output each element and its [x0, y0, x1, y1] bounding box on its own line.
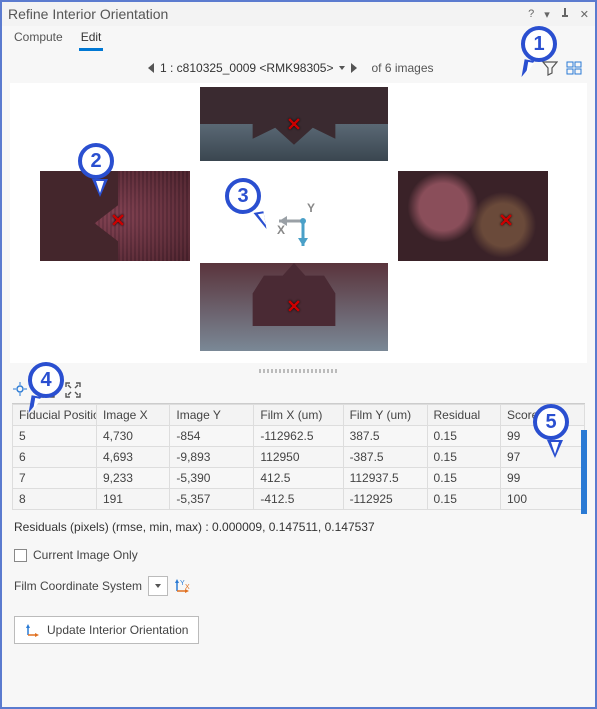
col-image-x[interactable]: Image X	[96, 405, 169, 426]
table-row[interactable]: 5 4,730 -854 -112962.5 387.5 0.15 99	[13, 426, 585, 447]
refine-interior-orientation-pane: Refine Interior Orientation ? ▾ ✕ Comput…	[0, 0, 597, 709]
axis-x-label: X	[277, 223, 285, 237]
fiducial-table: Fiducial Positio Image X Image Y Film X …	[12, 403, 585, 510]
tab-bar: Compute Edit	[2, 26, 595, 57]
annotation-3: 3	[225, 178, 261, 214]
help-icon[interactable]: ?	[528, 8, 534, 21]
axis-orientation-icon[interactable]: YX	[174, 577, 192, 595]
col-fiducial-position[interactable]: Fiducial Positio	[13, 405, 97, 426]
current-image-only-row: Current Image Only	[2, 544, 595, 566]
col-film-x[interactable]: Film X (um)	[254, 405, 343, 426]
autohide-pin-icon[interactable]	[560, 8, 570, 21]
table-scrollbar[interactable]	[581, 430, 587, 514]
titlebar: Refine Interior Orientation ? ▾ ✕	[2, 2, 595, 26]
preview-toolbar	[2, 377, 595, 403]
fiducial-thumb-right[interactable]: ✕	[398, 171, 548, 261]
close-icon[interactable]: ✕	[580, 8, 589, 21]
table-row[interactable]: 6 4,693 -9,893 112950 -387.5 0.15 97	[13, 447, 585, 468]
update-interior-orientation-button[interactable]: Update Interior Orientation	[14, 616, 199, 644]
pane-title: Refine Interior Orientation	[8, 6, 528, 22]
current-image-only-checkbox[interactable]	[14, 549, 27, 562]
residuals-summary: Residuals (pixels) (rmse, min, max) : 0.…	[2, 510, 595, 544]
annotation-5: 5	[533, 404, 569, 440]
options-icon[interactable]	[565, 59, 583, 77]
splitter-gripper[interactable]	[10, 367, 587, 375]
annotation-4: 4	[28, 362, 64, 398]
fiducial-thumb-bottom[interactable]: ✕	[200, 263, 388, 351]
next-image-icon[interactable]	[351, 63, 357, 73]
menu-dropdown-icon[interactable]: ▾	[544, 8, 550, 21]
fiducial-thumb-left[interactable]: ✕	[40, 171, 190, 261]
film-cs-label: Film Coordinate System	[14, 579, 142, 593]
fiducial-thumb-top[interactable]: ✕	[200, 87, 388, 161]
annotation-1: 1	[521, 26, 557, 62]
col-image-y[interactable]: Image Y	[170, 405, 254, 426]
current-image-only-label: Current Image Only	[33, 548, 138, 562]
axes-indicator: X Y	[275, 191, 335, 251]
prev-image-icon[interactable]	[148, 63, 154, 73]
titlebar-controls: ? ▾ ✕	[528, 8, 589, 21]
film-cs-dropdown[interactable]	[148, 576, 168, 596]
update-axes-icon	[25, 622, 41, 638]
tab-compute[interactable]: Compute	[12, 26, 65, 51]
col-residual[interactable]: Residual	[427, 405, 500, 426]
table-row[interactable]: 7 9,233 -5,390 412.5 112937.5 0.15 99	[13, 468, 585, 489]
current-image-label: 1 : c810325_0009 <RMK98305>	[160, 61, 333, 75]
film-coordinate-system-row: Film Coordinate System YX	[2, 566, 595, 606]
svg-text:X: X	[185, 584, 190, 591]
zoom-out-extent-icon[interactable]	[64, 381, 82, 399]
image-dropdown-icon[interactable]	[339, 66, 345, 70]
image-count-label: of 6 images	[371, 61, 433, 75]
annotation-2: 2	[78, 143, 114, 179]
axis-y-label: Y	[307, 201, 315, 215]
update-button-label: Update Interior Orientation	[47, 623, 188, 637]
table-row[interactable]: 8 191 -5,357 -412.5 -112925 0.15 100	[13, 489, 585, 510]
tab-edit[interactable]: Edit	[79, 26, 104, 51]
col-film-y[interactable]: Film Y (um)	[343, 405, 427, 426]
fiducial-preview-area: ✕ ✕ ✕ ✕ X Y 2	[10, 83, 587, 363]
image-navigator: 1 : c810325_0009 <RMK98305> of 6 images	[2, 57, 595, 83]
